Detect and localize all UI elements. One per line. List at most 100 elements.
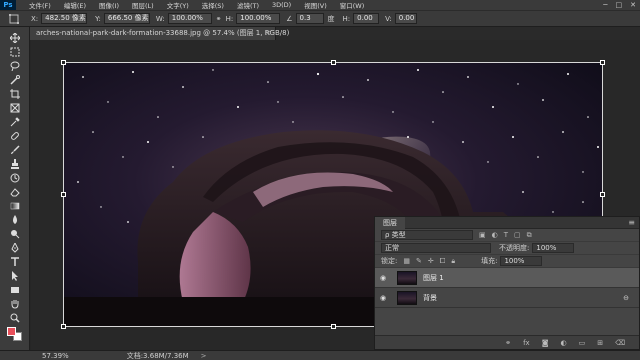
menu-layer[interactable]: 图层(L)	[132, 0, 154, 10]
adjustment-layer-icon[interactable]: ◐	[560, 339, 566, 347]
transform-handle-top[interactable]	[331, 60, 336, 65]
transform-handle-left[interactable]	[61, 192, 66, 197]
menu-type[interactable]: 文字(Y)	[167, 0, 189, 10]
layer-kind-filter[interactable]: ρ 类型	[381, 230, 473, 240]
pen-tool-icon[interactable]	[9, 243, 21, 253]
y-position-field[interactable]: 666.50 像素	[103, 13, 150, 24]
lock-artboard-icon[interactable]: ⧠	[440, 257, 446, 266]
quick-select-tool-icon[interactable]	[9, 75, 21, 85]
move-tool-icon[interactable]	[9, 33, 21, 43]
lasso-tool-icon[interactable]	[9, 61, 21, 71]
angle-unit: 度	[327, 14, 335, 23]
menu-filter[interactable]: 滤镜(T)	[237, 0, 259, 10]
transform-tool-icon[interactable]	[3, 12, 25, 26]
lock-all-icon[interactable]: 🔒︎	[451, 257, 455, 266]
dodge-tool-icon[interactable]	[9, 229, 21, 239]
crop-tool-icon[interactable]	[9, 89, 21, 99]
link-icon[interactable]: ⚭	[216, 15, 222, 23]
transform-handle-top-left[interactable]	[61, 60, 66, 65]
visibility-eye-icon[interactable]: ◉	[375, 294, 391, 302]
clone-stamp-tool-icon[interactable]	[9, 159, 21, 169]
adjustment-filter-icon[interactable]: ◐	[492, 231, 498, 239]
opacity-field[interactable]: 100%	[532, 243, 575, 253]
window-controls: ─ □ ✕	[603, 0, 636, 10]
new-group-icon[interactable]: ▭	[579, 339, 586, 347]
zoom-tool-icon[interactable]	[9, 313, 21, 323]
menu-edit[interactable]: 编辑(E)	[64, 0, 86, 10]
x-label: X:	[31, 14, 39, 23]
height-field[interactable]: 100.00%	[236, 13, 281, 24]
lock-icon: ⊖	[623, 293, 629, 302]
minimize-button[interactable]: ─	[603, 1, 607, 9]
menu-view[interactable]: 视图(V)	[304, 0, 327, 10]
y-label: Y:	[95, 14, 101, 23]
angle-field[interactable]: 0.3	[295, 13, 324, 24]
menu-bar: Ps 文件(F) 编辑(E) 图像(I) 图层(L) 文字(Y) 选择(S) 滤…	[0, 0, 640, 10]
menu-3d[interactable]: 3D(D)	[272, 1, 291, 9]
filter-row: ρ 类型 ▣ ◐ T ▢ ⧉	[375, 229, 639, 242]
maximize-button[interactable]: □	[616, 1, 623, 9]
layers-panel-footer: ⚭ fx ◙ ◐ ▭ ⊞ ⌫	[375, 335, 639, 349]
zoom-level[interactable]: 57.39%	[42, 352, 69, 360]
new-layer-icon[interactable]: ⊞	[597, 339, 603, 347]
fill-field[interactable]: 100%	[500, 256, 543, 266]
type-tool-icon[interactable]	[9, 257, 21, 267]
gradient-tool-icon[interactable]	[9, 201, 21, 211]
document-size: 文档:3.68M/7.36M	[126, 351, 189, 360]
link-layers-icon[interactable]: ⚭	[505, 339, 511, 347]
lock-paint-icon[interactable]: ✎	[416, 257, 422, 265]
add-mask-icon[interactable]: ◙	[542, 339, 549, 347]
frame-tool-icon[interactable]	[9, 103, 21, 113]
menu-window[interactable]: 窗口(W)	[340, 0, 365, 10]
h-skew-field[interactable]: 0.00	[353, 13, 380, 24]
tab-layers[interactable]: 图层	[375, 216, 405, 229]
transform-handle-top-right[interactable]	[600, 60, 605, 65]
shape-filter-icon[interactable]: ▢	[514, 231, 521, 239]
trash-icon[interactable]: ⌫	[615, 339, 625, 347]
marquee-tool-icon[interactable]	[9, 47, 21, 57]
panel-menu-icon[interactable]: ≡	[628, 218, 635, 227]
h-skew-label: H:	[342, 14, 351, 23]
eraser-tool-icon[interactable]	[9, 187, 21, 197]
document-title: arches-national-park-dark-formation-3368…	[36, 29, 290, 37]
opacity-label: 不透明度:	[499, 244, 530, 252]
v-skew-label: V:	[385, 14, 392, 23]
layer-row-layer1[interactable]: ◉ 图层 1	[375, 268, 639, 288]
close-tab-icon[interactable]: ×	[265, 27, 271, 40]
menu-file[interactable]: 文件(F)	[29, 0, 51, 10]
x-position-field[interactable]: 482.50 像素	[41, 13, 88, 24]
visibility-eye-icon[interactable]: ◉	[375, 274, 391, 282]
fx-icon[interactable]: fx	[523, 339, 530, 347]
type-filter-icon[interactable]: T	[504, 231, 508, 239]
path-selection-tool-icon[interactable]	[9, 271, 21, 281]
history-brush-tool-icon[interactable]	[9, 173, 21, 183]
blend-row: 正常 不透明度: 100%	[375, 242, 639, 255]
healing-brush-tool-icon[interactable]	[9, 131, 21, 141]
transform-handle-right[interactable]	[600, 192, 605, 197]
lock-label: 锁定:	[381, 257, 398, 265]
brush-tool-icon[interactable]	[9, 145, 21, 155]
menu-select[interactable]: 选择(S)	[202, 0, 224, 10]
status-menu-arrow[interactable]: >	[201, 352, 207, 360]
smart-object-filter-icon[interactable]: ⧉	[527, 231, 532, 240]
blend-mode-select[interactable]: 正常	[381, 243, 491, 253]
pixel-filter-icon[interactable]: ▣	[479, 231, 486, 239]
document-tab[interactable]: arches-national-park-dark-formation-3368…	[30, 27, 289, 40]
foreground-color-swatch[interactable]	[7, 327, 16, 336]
lock-row: 锁定: ▦ ✎ ✛ ⧠ 🔒︎ 填充: 100%	[375, 255, 639, 268]
status-bar: 57.39% 文档:3.68M/7.36M >	[0, 350, 640, 360]
layer-thumbnail	[397, 270, 417, 285]
width-field[interactable]: 100.00%	[167, 13, 212, 24]
hand-tool-icon[interactable]	[9, 299, 21, 309]
menu-image[interactable]: 图像(I)	[99, 0, 119, 10]
eyedropper-tool-icon[interactable]	[9, 117, 21, 127]
transform-handle-bottom-left[interactable]	[61, 324, 66, 329]
transform-handle-bottom[interactable]	[331, 324, 336, 329]
lock-transparent-icon[interactable]: ▦	[403, 257, 410, 265]
v-skew-field[interactable]: 0.00	[394, 13, 417, 24]
layer-row-background[interactable]: ◉ 背景 ⊖	[375, 288, 639, 308]
close-button[interactable]: ✕	[630, 1, 636, 9]
blur-tool-icon[interactable]	[9, 215, 21, 225]
rectangle-tool-icon[interactable]	[9, 285, 21, 295]
lock-move-icon[interactable]: ✛	[428, 257, 434, 265]
